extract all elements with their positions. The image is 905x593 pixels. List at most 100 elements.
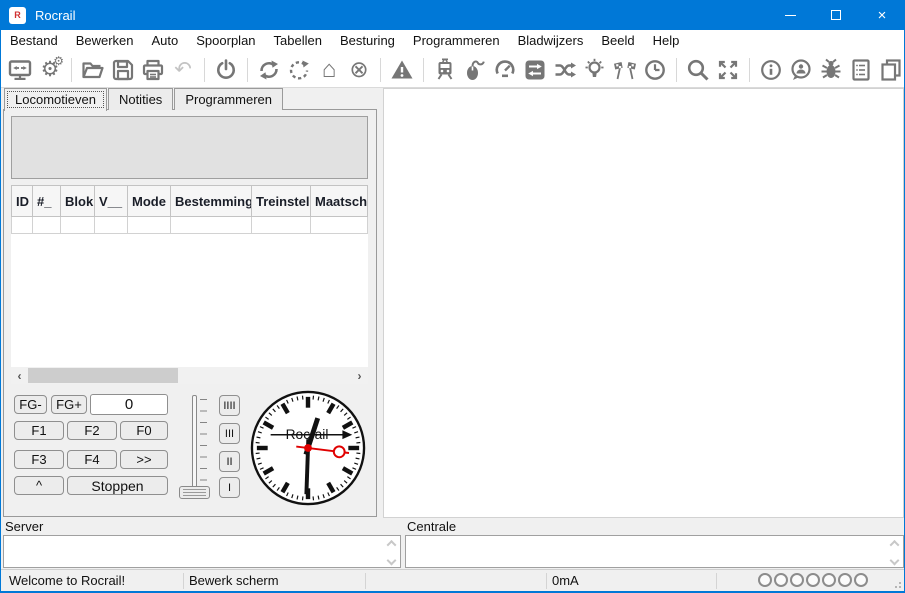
column-header[interactable]: Bestemming: [171, 185, 252, 217]
chevron-up-icon: [889, 540, 899, 550]
table-cell[interactable]: [252, 217, 311, 234]
loco-list-area[interactable]: [11, 217, 368, 367]
undo-button[interactable]: ↶: [170, 56, 196, 84]
table-cell[interactable]: [128, 217, 171, 234]
gauge-icon: [493, 58, 517, 82]
train-button[interactable]: [432, 56, 458, 84]
log-button[interactable]: [848, 56, 874, 84]
menu-spoorplan[interactable]: Spoorplan: [187, 30, 264, 52]
save-button[interactable]: [110, 56, 136, 84]
column-header[interactable]: Mode: [128, 185, 171, 217]
tab-locomotieven[interactable]: Locomotieven: [4, 88, 107, 111]
mouse-throttle-button[interactable]: [462, 56, 488, 84]
info-icon: [759, 58, 783, 82]
f3-button[interactable]: F3: [14, 450, 64, 469]
maximize-button[interactable]: [813, 0, 859, 30]
titlebar[interactable]: R Rocrail ×: [0, 0, 905, 30]
speed-slider-track[interactable]: [192, 395, 197, 493]
scroll-left-button[interactable]: ‹: [11, 367, 28, 384]
print-button[interactable]: [140, 56, 166, 84]
save-icon: [111, 58, 135, 82]
properties-button[interactable]: ⚙ ⚙: [37, 56, 63, 84]
power-button[interactable]: [213, 56, 239, 84]
scrollbar-thumb[interactable]: [28, 368, 178, 383]
fullscreen-button[interactable]: [715, 56, 741, 84]
menu-beeld[interactable]: Beeld: [592, 30, 643, 52]
f4-button[interactable]: F4: [67, 450, 117, 469]
column-header[interactable]: ID: [11, 185, 33, 217]
flags-button[interactable]: [612, 56, 638, 84]
speed-slider-handle[interactable]: [179, 486, 210, 499]
table-cell[interactable]: [61, 217, 95, 234]
table-cell[interactable]: [311, 217, 368, 234]
direction-button[interactable]: ^: [14, 476, 64, 495]
more-functions-button[interactable]: >>: [120, 450, 168, 469]
info-button[interactable]: [758, 56, 784, 84]
f1-button[interactable]: F1: [14, 421, 64, 440]
f2-button[interactable]: F2: [67, 421, 117, 440]
column-header[interactable]: Blok: [61, 185, 95, 217]
central-scroll-arrows[interactable]: [888, 540, 900, 564]
settings-gears-small-icon: ⚙: [53, 54, 64, 68]
shuffle-button[interactable]: [552, 56, 578, 84]
speed-value-field[interactable]: [90, 394, 168, 415]
fast-clock[interactable]: Rocrail: [249, 389, 367, 507]
open-folder-icon: [81, 58, 105, 82]
table-cell[interactable]: [11, 217, 33, 234]
resize-grip[interactable]: [893, 580, 901, 588]
support-button[interactable]: [788, 56, 814, 84]
menu-help[interactable]: Help: [644, 30, 689, 52]
clock-button[interactable]: [642, 56, 668, 84]
fg-minus-button[interactable]: FG-: [14, 395, 47, 414]
column-header[interactable]: Treinstel: [252, 185, 311, 217]
refresh-button[interactable]: [256, 56, 282, 84]
home-button[interactable]: ⌂: [316, 56, 342, 84]
gauge-button[interactable]: [492, 56, 518, 84]
stop-button[interactable]: Stoppen: [67, 476, 168, 495]
bug-button[interactable]: [818, 56, 844, 84]
menu-auto[interactable]: Auto: [143, 30, 188, 52]
table-cell[interactable]: [33, 217, 61, 234]
tab-notities[interactable]: Notities: [108, 88, 173, 110]
layout-canvas[interactable]: [383, 88, 904, 518]
table-cell[interactable]: [95, 217, 128, 234]
f0-button[interactable]: F0: [120, 421, 168, 440]
close-icon: ×: [878, 8, 887, 23]
speed-step-1-button[interactable]: I: [219, 477, 240, 498]
maximize-icon: [831, 10, 841, 20]
menu-programmeren[interactable]: Programmeren: [404, 30, 509, 52]
server-trace-box[interactable]: [3, 535, 401, 568]
fg-plus-button[interactable]: FG+: [51, 395, 87, 414]
speed-step-3-button[interactable]: III: [219, 423, 240, 444]
menu-tabellen[interactable]: Tabellen: [265, 30, 331, 52]
cancel-button[interactable]: ⊗: [346, 56, 372, 84]
status-lamp: [790, 573, 804, 587]
menu-besturing[interactable]: Besturing: [331, 30, 404, 52]
menu-bewerken[interactable]: Bewerken: [67, 30, 143, 52]
tab-programmeren[interactable]: Programmeren: [174, 88, 283, 110]
close-button[interactable]: ×: [859, 0, 905, 30]
table-cell[interactable]: [171, 217, 252, 234]
column-header[interactable]: Maatschappij: [311, 185, 368, 217]
minimize-button[interactable]: [767, 0, 813, 30]
rocrail-window: R Rocrail × BestandBewerkenAutoSpoorplan…: [0, 0, 905, 593]
column-header[interactable]: V__: [95, 185, 128, 217]
zoom-button[interactable]: [685, 56, 711, 84]
reload-button[interactable]: [286, 56, 312, 84]
copy-button[interactable]: [878, 56, 904, 84]
scroll-right-button[interactable]: ›: [351, 367, 368, 384]
central-trace-box[interactable]: [405, 535, 904, 568]
menu-bestand[interactable]: Bestand: [1, 30, 67, 52]
lamp-button[interactable]: [582, 56, 608, 84]
mouse-icon: [463, 58, 487, 82]
speed-step-4-button[interactable]: IIII: [219, 395, 240, 416]
warning-button[interactable]: [389, 56, 415, 84]
speed-step-2-button[interactable]: II: [219, 451, 240, 472]
column-header[interactable]: #_: [33, 185, 61, 217]
server-scroll-arrows[interactable]: [385, 540, 397, 564]
open-button[interactable]: [80, 56, 106, 84]
menu-bladwijzers[interactable]: Bladwijzers: [509, 30, 593, 52]
workspace-button[interactable]: [7, 56, 33, 84]
horizontal-scrollbar[interactable]: ‹ ›: [11, 367, 368, 384]
switch-panel-button[interactable]: [522, 56, 548, 84]
